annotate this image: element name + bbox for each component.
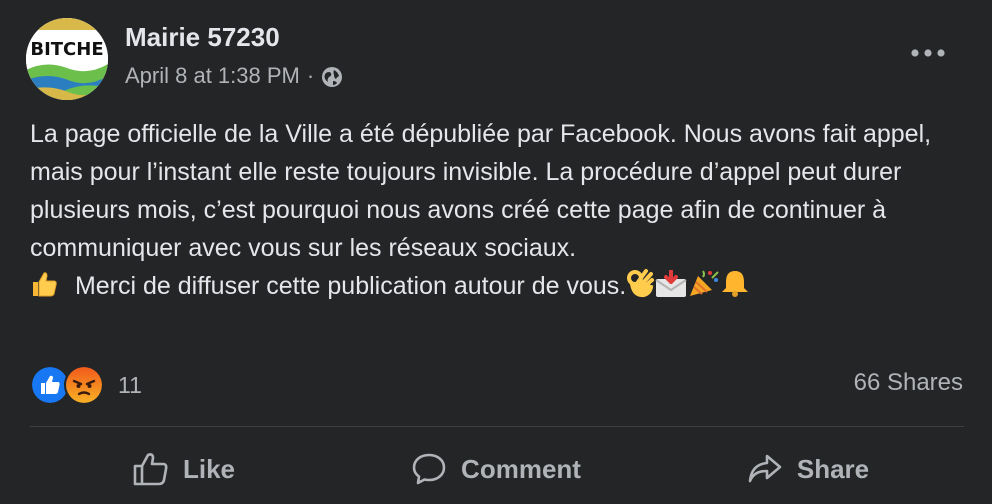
- divider: [30, 426, 964, 427]
- party-popper-emoji: [688, 268, 720, 309]
- share-label: Share: [796, 453, 870, 484]
- like-button[interactable]: Like: [28, 440, 340, 498]
- angry-reaction-icon: [64, 365, 104, 405]
- post-call-to-action: Merci de diffuser cette publication auto…: [30, 267, 960, 309]
- comment-label: Comment: [461, 453, 581, 484]
- comment-button[interactable]: Comment: [340, 440, 652, 498]
- bitche-logo: BITCHE: [26, 18, 108, 100]
- comment-icon: [412, 453, 446, 485]
- post-body: La page officielle de la Ville a été dép…: [30, 115, 960, 309]
- facebook-post: BITCHE Mairie 57230 April 8 at 1:38 PM ·…: [0, 0, 992, 504]
- thumbs-up-emoji: [30, 270, 60, 309]
- page-avatar[interactable]: BITCHE: [26, 18, 108, 100]
- more-options-icon[interactable]: [904, 37, 952, 69]
- post-paragraph: La page officielle de la Ville a été dép…: [30, 120, 932, 262]
- bell-emoji: [720, 268, 750, 309]
- share-button[interactable]: Share: [652, 440, 964, 498]
- post-meta: April 8 at 1:38 PM ·: [125, 63, 343, 89]
- like-label: Like: [182, 453, 236, 484]
- globe-icon[interactable]: [321, 66, 343, 88]
- ok-hand-emoji: [626, 268, 655, 309]
- incoming-envelope-emoji: [654, 269, 688, 309]
- post-actions: Like Comment Share: [28, 440, 964, 498]
- reaction-count: 11: [118, 371, 142, 398]
- meta-separator: ·: [306, 63, 315, 88]
- author-name[interactable]: Mairie 57230: [125, 22, 280, 53]
- avatar-text: BITCHE: [30, 39, 103, 60]
- share-count[interactable]: 66 Shares: [854, 369, 963, 397]
- like-icon: [133, 453, 168, 486]
- call-to-action-text: Merci de diffuser cette publication auto…: [74, 272, 627, 300]
- share-icon: [748, 454, 782, 483]
- post-timestamp[interactable]: April 8 at 1:38 PM: [125, 63, 300, 89]
- reaction-summary[interactable]: 11: [30, 365, 142, 405]
